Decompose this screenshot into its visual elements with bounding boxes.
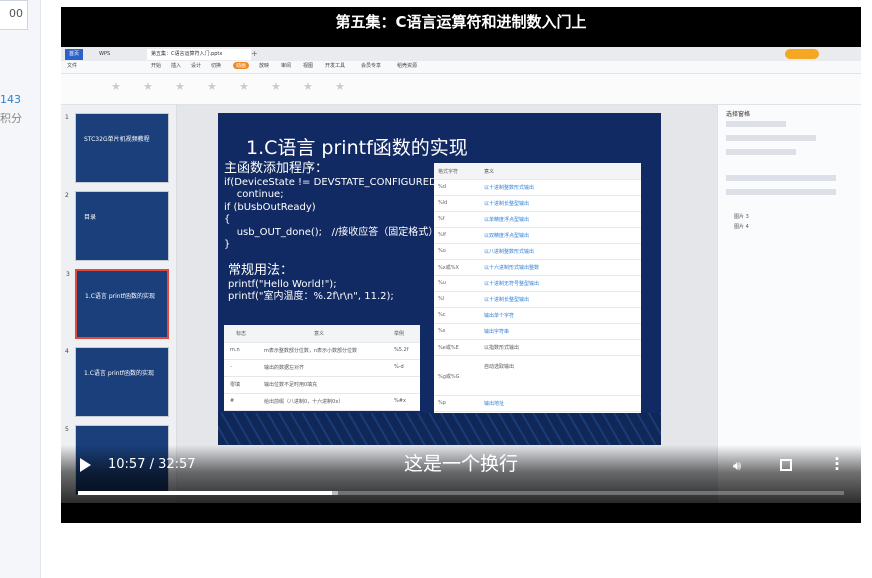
slide-canvas: 1.C语言 printf函数的实现 主函数添加程序： if(DeviceStat… — [177, 105, 717, 503]
pane-tree-item: 图片 4 — [734, 224, 749, 230]
pane-row — [726, 149, 796, 155]
play-icon[interactable] — [80, 458, 91, 472]
thumbnail-text: STC32G单片机视频教程 — [84, 136, 150, 143]
table-row: %u 以十进制无符号整型输出 — [434, 275, 641, 292]
menu-item: 审阅 — [281, 63, 292, 69]
table-row: %g或%G 自动选取输出 — [434, 355, 641, 396]
slide-thumbnails: 1 STC32G单片机视频教程 2 目录 3 1.C语言 printf函数的实现… — [61, 105, 177, 503]
table-row: %c 输出单个字符 — [434, 307, 641, 324]
menu-item: 开始 — [151, 63, 162, 69]
menu-item: 文件 — [67, 63, 78, 69]
thumbnail-text: 目录 — [84, 214, 97, 221]
code-lines: if(DeviceState != DEVSTATE_CONFIGURED) c… — [224, 176, 441, 251]
pane-row — [726, 175, 836, 181]
wps-tab-home: 首页 — [65, 49, 84, 60]
progress-played — [78, 491, 333, 495]
table-row: m.n m表示整数部分位数，n表示小数部分位数 %5.2f — [224, 342, 420, 360]
slide-thumbnail: 4 1.C语言 printf函数的实现 — [65, 347, 169, 417]
animation-star-icon: ★ — [111, 80, 121, 93]
menu-item: 插入 — [171, 63, 182, 69]
video-title: 第五集：C语言运算符和进制数入门上 — [61, 7, 861, 39]
format-table: 格式字符 意义 %d 以十进制整数形式输出 %ld 以十进制长整型输出 %f 以单精度浮… — [434, 163, 641, 425]
pane-tree-item: 图片 3 — [734, 214, 749, 220]
wps-menubar: 文件 开始 插入 设计 切换 动画 放映 审阅 视图 开发工具 会员专享 稻壳资… — [61, 61, 861, 74]
flag-table: 标志 意义 举例 m.n m表示整数部分位数，n表示小数部分位数 %5.2f - 输出的数… — [224, 325, 420, 411]
table-row: 零填 输出位数不足时用0填充 — [224, 376, 420, 394]
page-left-strip: 00 143 积分 — [0, 0, 41, 578]
animation-star-icon: ★ — [175, 80, 185, 93]
menu-item: 切换 — [211, 63, 222, 69]
pane-row — [726, 135, 816, 141]
current-slide: 1.C语言 printf函数的实现 主函数添加程序： if(DeviceStat… — [218, 113, 661, 445]
thumbnail-number: 4 — [65, 348, 69, 355]
usage-heading: 常规用法： — [228, 263, 294, 278]
menu-item-active: 动画 — [233, 62, 250, 69]
table-row: %o 以八进制整数形式输出 — [434, 243, 641, 260]
selection-pane: 选择窗格 图片 3 图片 4 — [717, 105, 861, 503]
slide-thumbnail-selected: 3 1.C语言 printf函数的实现 — [66, 269, 169, 339]
wps-tab-wps: WPS — [99, 51, 111, 57]
table-row: - 输出的数据左对齐 %-d — [224, 359, 420, 377]
hexagon-decoration — [218, 413, 661, 445]
wps-ribbon: ★ ★ ★ ★ ★ ★ ★ ★ — [61, 74, 861, 105]
progress-bar[interactable] — [78, 491, 844, 495]
slide-code-block: 主函数添加程序： if(DeviceState != DEVSTATE_CONF… — [224, 161, 441, 252]
video-frame: 首页 WPS 第五集：C语言运算符入门.pptx + 文件 开始 插入 设计 切… — [61, 47, 861, 503]
thumbnail-number: 2 — [65, 192, 69, 199]
table-row: %f 以单精度浮点型输出 — [434, 211, 641, 228]
slide-thumbnail: 1 STC32G单片机视频教程 — [65, 113, 169, 183]
table-row: # 给出前缀（八进制0，十六进制0x） %#x — [224, 393, 420, 411]
menu-item: 设计 — [191, 63, 202, 69]
thumbnail-number: 5 — [65, 426, 69, 433]
thumbnail-number: 1 — [65, 114, 69, 121]
slide-title: 1.C语言 printf函数的实现 — [246, 137, 468, 159]
menu-item: 稻壳资源 — [397, 63, 418, 69]
animation-star-icon: ★ — [271, 80, 281, 93]
menu-item: 视图 — [303, 63, 314, 69]
usage-lines: printf("Hello World!"); printf("室内温度：%.2… — [228, 278, 394, 303]
menu-item: 会员专享 — [361, 63, 382, 69]
animation-star-icon: ★ — [207, 80, 217, 93]
table-row: %e或%E 以指数形式输出 — [434, 339, 641, 356]
table-row: %x或%X 以十六进制形式输出整数 — [434, 259, 641, 276]
table-row: %s 输出字符串 — [434, 323, 641, 340]
login-badge — [785, 49, 819, 59]
more-options-icon[interactable]: · · · — [834, 452, 840, 477]
table-row: %d 以十进制整数形式输出 — [434, 179, 641, 196]
thumbnail-text: 1.C语言 printf函数的实现 — [84, 370, 155, 377]
pane-title: 选择窗格 — [726, 111, 751, 118]
table-header: 格式字符 意义 — [434, 163, 641, 180]
new-tab-icon: + — [251, 49, 258, 58]
menu-item: 开发工具 — [325, 63, 346, 69]
menu-item: 放映 — [259, 63, 270, 69]
table-row: %p 输出地址 — [434, 395, 641, 412]
points-count[interactable]: 143 — [0, 93, 21, 106]
table-header: 标志 意义 举例 — [224, 325, 420, 343]
thumbnail-text: 1.C语言 printf函数的实现 — [85, 293, 156, 300]
table-row: %l 以十进制长整型输出 — [434, 291, 641, 308]
video-player[interactable]: 第五集：C语言运算符和进制数入门上 首页 WPS 第五集：C语言运算符入门.pp… — [61, 7, 861, 523]
pane-row — [726, 189, 836, 195]
pane-row — [726, 121, 786, 127]
wps-tabbar: 首页 WPS 第五集：C语言运算符入门.pptx + — [61, 47, 861, 61]
slide-thumbnail: 2 目录 — [65, 191, 169, 261]
sidebar-value-box: 00 — [0, 0, 28, 30]
fullscreen-icon[interactable] — [780, 459, 792, 471]
points-label: 积分 — [0, 112, 22, 125]
animation-star-icon: ★ — [335, 80, 345, 93]
thumbnail-number: 3 — [66, 271, 70, 278]
slide-usage-block: 常规用法： printf("Hello World!"); printf("室内… — [228, 263, 394, 304]
animation-star-icon: ★ — [303, 80, 313, 93]
table-row: %ld 以十进制长整型输出 — [434, 195, 641, 212]
table-row: %lf 以双精度浮点型输出 — [434, 227, 641, 244]
time-display: 10:57 / 32:57 — [108, 457, 196, 472]
animation-star-icon: ★ — [143, 80, 153, 93]
animation-star-icon: ★ — [239, 80, 249, 93]
volume-icon[interactable]: 🔊︎ — [733, 459, 741, 474]
code-heading: 主函数添加程序： — [224, 161, 329, 176]
wps-tab-document: 第五集：C语言运算符入门.pptx — [147, 49, 251, 60]
